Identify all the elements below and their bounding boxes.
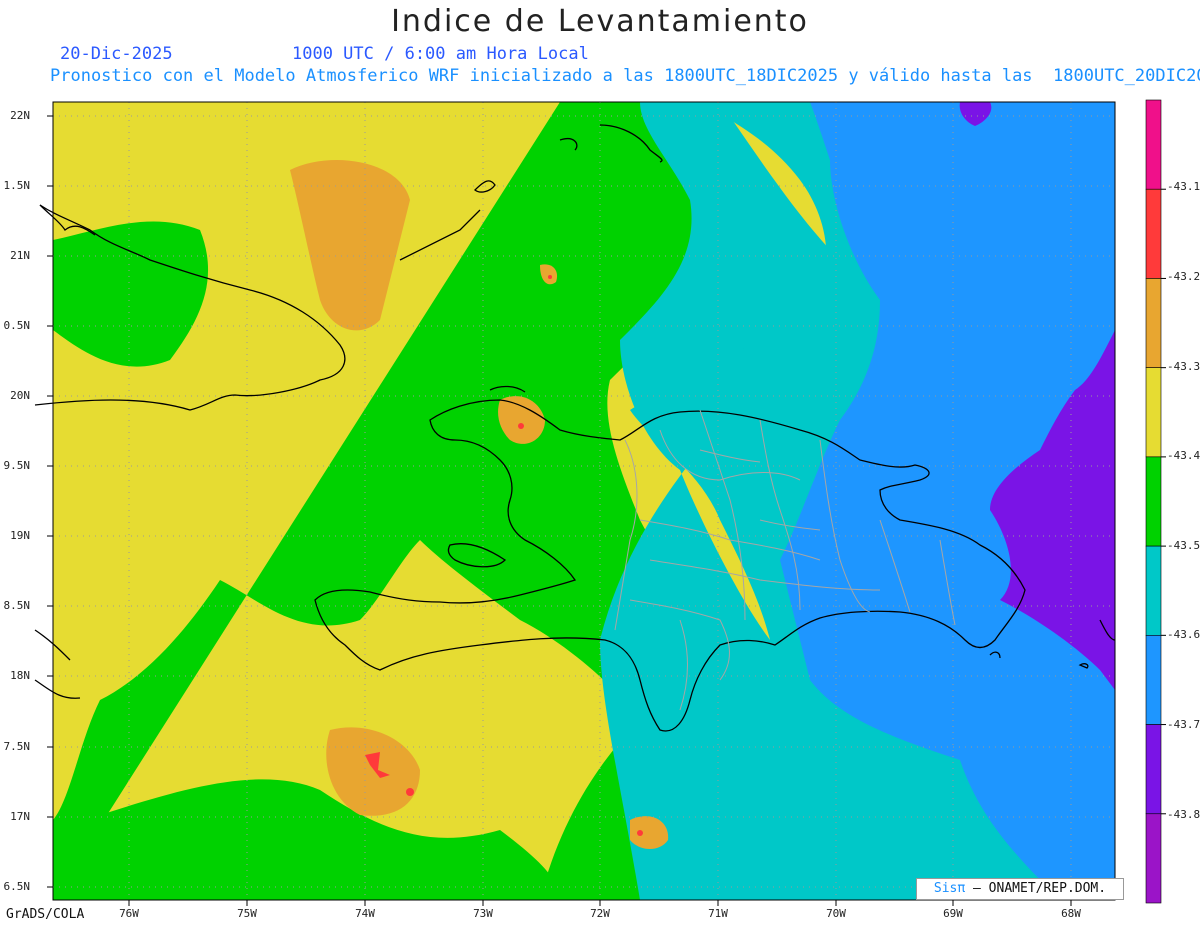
colorbar-swatch bbox=[1145, 545, 1162, 636]
colorbar-swatch bbox=[1145, 278, 1162, 368]
credit-text: – ONAMET/REP.DOM. bbox=[973, 881, 1107, 896]
colorbar-swatch bbox=[1145, 188, 1162, 279]
lat-label: 19N bbox=[10, 529, 30, 542]
colorbar-swatch bbox=[1145, 367, 1162, 458]
colorbar-swatch bbox=[1145, 99, 1162, 190]
colorbar-swatch bbox=[1145, 456, 1162, 547]
lat-label: 22N bbox=[10, 109, 30, 122]
colorbar-label: -43.3 bbox=[1167, 360, 1200, 373]
lon-label: 68W bbox=[1061, 907, 1081, 920]
lon-label: 70W bbox=[826, 907, 846, 920]
lat-label: 8.5N bbox=[3, 599, 31, 612]
lon-label: 69W bbox=[943, 907, 963, 920]
lat-label: 9.5N bbox=[3, 459, 31, 472]
colorbar-label: -43.5 bbox=[1167, 539, 1200, 552]
lat-label: 7.5N bbox=[3, 740, 31, 753]
lat-label: 17N bbox=[10, 810, 30, 823]
lat-label: 1.5N bbox=[3, 179, 31, 192]
lat-label: 20N bbox=[10, 389, 30, 402]
lon-label: 73W bbox=[473, 907, 493, 920]
colorbar bbox=[1145, 99, 1166, 904]
footer-grads: GrADS/COLA bbox=[6, 907, 85, 922]
colorbar-label: -43.7 bbox=[1167, 718, 1200, 731]
lon-label: 75W bbox=[237, 907, 257, 920]
map-canvas bbox=[34, 99, 1166, 906]
lat-label: 0.5N bbox=[3, 319, 31, 332]
colorbar-label: -43.2 bbox=[1167, 270, 1200, 283]
lon-label: 71W bbox=[708, 907, 728, 920]
colorbar-swatch bbox=[1145, 813, 1162, 904]
lon-label: 72W bbox=[590, 907, 610, 920]
brand-logo: Sisπ bbox=[933, 881, 966, 896]
lon-label: 74W bbox=[355, 907, 375, 920]
lat-label: 6.5N bbox=[3, 880, 31, 893]
colorbar-label: -43.4 bbox=[1167, 449, 1200, 462]
lat-label: 21N bbox=[10, 249, 30, 262]
colorbar-swatch bbox=[1145, 635, 1162, 725]
colorbar-swatch bbox=[1145, 724, 1162, 815]
lat-label: 18N bbox=[10, 669, 30, 682]
colorbar-label: -43.8 bbox=[1167, 808, 1200, 821]
lifted-index-field bbox=[53, 102, 1115, 900]
lon-label: 76W bbox=[119, 907, 139, 920]
colorbar-label: -43.1 bbox=[1167, 180, 1200, 193]
credit-box: Sisπ – ONAMET/REP.DOM. bbox=[916, 878, 1124, 900]
colorbar-label: -43.6 bbox=[1167, 628, 1200, 641]
